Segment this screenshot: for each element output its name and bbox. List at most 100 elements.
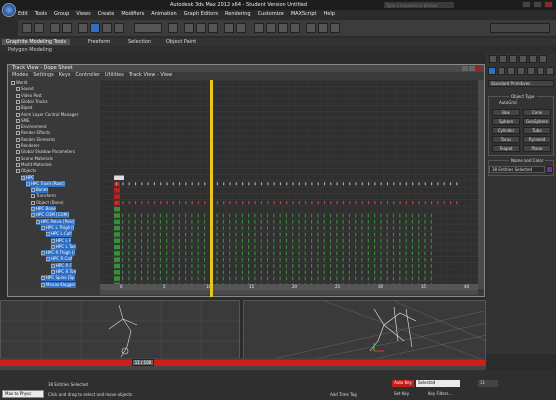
menu-graph-editors[interactable]: Graph Editors [184, 11, 218, 19]
expand-toggle-icon[interactable] [51, 263, 55, 268]
plane-button[interactable]: Plane [523, 145, 551, 152]
expand-toggle-icon[interactable] [16, 87, 20, 92]
menu-customize[interactable]: Customize [258, 11, 284, 19]
geosphere-button[interactable]: GeoSphere [523, 118, 551, 125]
tree-item[interactable]: HPC L Toe [51, 243, 76, 250]
object-name-field[interactable]: 38 Entities Selected [489, 166, 545, 173]
tree-item[interactable]: Global Tracks [16, 99, 48, 105]
tv-maximize-button[interactable] [469, 66, 475, 71]
maximize-button[interactable] [533, 1, 542, 8]
helpers-icon[interactable] [526, 67, 535, 75]
expand-toggle-icon[interactable] [41, 251, 45, 256]
hierarchy-tab-icon[interactable] [509, 55, 517, 63]
expand-toggle-icon[interactable] [26, 181, 30, 186]
cylinder-button[interactable]: Cylinder [492, 127, 520, 134]
tree-item[interactable]: Environment [16, 124, 47, 130]
tree-item[interactable]: HPC R Thigh [I [41, 250, 75, 257]
primitive-type-dropdown[interactable]: Standard Primitives [488, 80, 554, 87]
select-icon[interactable] [78, 23, 88, 33]
tree-item[interactable]: Object (Bone) [31, 200, 64, 206]
shapes-icon[interactable] [497, 67, 506, 75]
menu-views[interactable]: Views [76, 11, 90, 19]
expand-toggle-icon[interactable] [21, 175, 25, 180]
tree-item[interactable]: SME [16, 118, 30, 124]
viewport-front[interactable] [0, 300, 241, 361]
tv-close-button[interactable] [476, 66, 482, 71]
sphere-button[interactable]: Sphere [492, 118, 520, 125]
menu-tools[interactable]: Tools [35, 11, 47, 19]
viewport-perspective[interactable] [243, 300, 488, 362]
pyramid-button[interactable]: Pyramid [523, 136, 551, 143]
set-key-button[interactable]: Set Key [394, 391, 409, 396]
render-setup-icon[interactable] [306, 23, 316, 33]
layer-icon[interactable] [254, 23, 264, 33]
object-type-title[interactable]: Object Type [509, 94, 537, 99]
polygon-modeling-label[interactable]: Polygon Modeling [8, 47, 52, 53]
tree-item[interactable]: Transform [31, 193, 56, 199]
tree-item[interactable]: HPC L Calf [46, 231, 72, 238]
object-color-swatch[interactable] [546, 166, 553, 173]
expand-toggle-icon[interactable] [41, 276, 45, 281]
rotate-icon[interactable] [102, 23, 112, 33]
dope-sheet-vertical-scrollbar[interactable] [478, 80, 484, 289]
expand-toggle-icon[interactable] [11, 81, 15, 85]
close-button[interactable] [544, 1, 553, 8]
reference-coordinate-dropdown[interactable] [134, 23, 162, 33]
user-account-button[interactable] [490, 23, 550, 33]
percent-snap-icon[interactable] [208, 23, 218, 33]
time-slider-playhead[interactable] [210, 80, 213, 297]
modify-tab-icon[interactable] [499, 55, 507, 63]
tv-menu-utilities[interactable]: Utilities [105, 72, 124, 79]
create-tab-icon[interactable] [489, 55, 497, 63]
name-color-title[interactable]: Name and Color [509, 158, 546, 163]
teapot-button[interactable]: Teapot [492, 145, 520, 152]
expand-toggle-icon[interactable] [16, 125, 20, 130]
expand-toggle-icon[interactable] [51, 270, 55, 274]
expand-toggle-icon[interactable] [16, 99, 20, 104]
tree-item[interactable]: HPC Pelvis [Pelv] [36, 218, 75, 225]
key-filters-button[interactable]: Key Filters... [428, 391, 452, 396]
tree-item[interactable]: HPC Bone [31, 206, 56, 212]
maxscript-listener[interactable]: Max to Physc [2, 390, 44, 398]
expand-toggle-icon[interactable] [31, 213, 35, 218]
key-mode-dropdown[interactable]: Selected [416, 380, 460, 387]
motion-tab-icon[interactable] [519, 55, 527, 63]
expand-toggle-icon[interactable] [51, 238, 55, 243]
time-slider[interactable] [0, 360, 486, 366]
search-input[interactable] [384, 2, 454, 8]
tv-menu-view[interactable]: Track View - View [129, 72, 172, 79]
systems-icon[interactable] [546, 67, 555, 75]
render-frame-icon[interactable] [318, 23, 328, 33]
controller-tree[interactable]: World Sound Video Post Global Tracks Biped An… [9, 80, 99, 290]
tree-item[interactable]: HPC R Toe [51, 269, 77, 275]
add-time-tag-button[interactable]: Add Time Tag [330, 392, 357, 397]
menu-create[interactable]: Create [98, 11, 115, 19]
expand-toggle-icon[interactable] [41, 225, 45, 230]
tree-item[interactable]: Objects [16, 168, 36, 174]
spacewarps-icon[interactable] [536, 67, 545, 75]
tv-menu-settings[interactable]: Settings [33, 72, 54, 79]
time-ruler[interactable]: 0 5 10 15 20 25 30 35 40 [100, 284, 478, 290]
tree-item[interactable]: Biped [16, 105, 32, 111]
app-logo-icon[interactable] [2, 3, 16, 17]
menu-help[interactable]: Help [324, 11, 335, 19]
lights-icon[interactable] [507, 67, 516, 75]
expand-toggle-icon[interactable] [46, 257, 50, 262]
scale-icon[interactable] [114, 23, 124, 33]
tree-item[interactable]: HPC [21, 174, 35, 181]
expand-toggle-icon[interactable] [16, 112, 20, 117]
tab-object-paint[interactable]: Object Paint [166, 39, 196, 45]
tree-item[interactable]: HPC R Calf [46, 256, 73, 263]
tree-item[interactable]: Video Post [16, 93, 42, 99]
material-editor-icon[interactable] [290, 23, 300, 33]
schematic-icon[interactable] [278, 23, 288, 33]
tree-item[interactable]: World [11, 80, 27, 86]
curve-editor-icon[interactable] [266, 23, 276, 33]
expand-toggle-icon[interactable] [31, 188, 35, 193]
tv-minimize-button[interactable] [462, 66, 468, 71]
expand-toggle-icon[interactable] [16, 162, 20, 167]
angle-snap-icon[interactable] [196, 23, 206, 33]
expand-toggle-icon[interactable] [46, 232, 50, 237]
tree-item[interactable]: Medit Materials [16, 162, 52, 168]
expand-toggle-icon[interactable] [16, 118, 20, 123]
